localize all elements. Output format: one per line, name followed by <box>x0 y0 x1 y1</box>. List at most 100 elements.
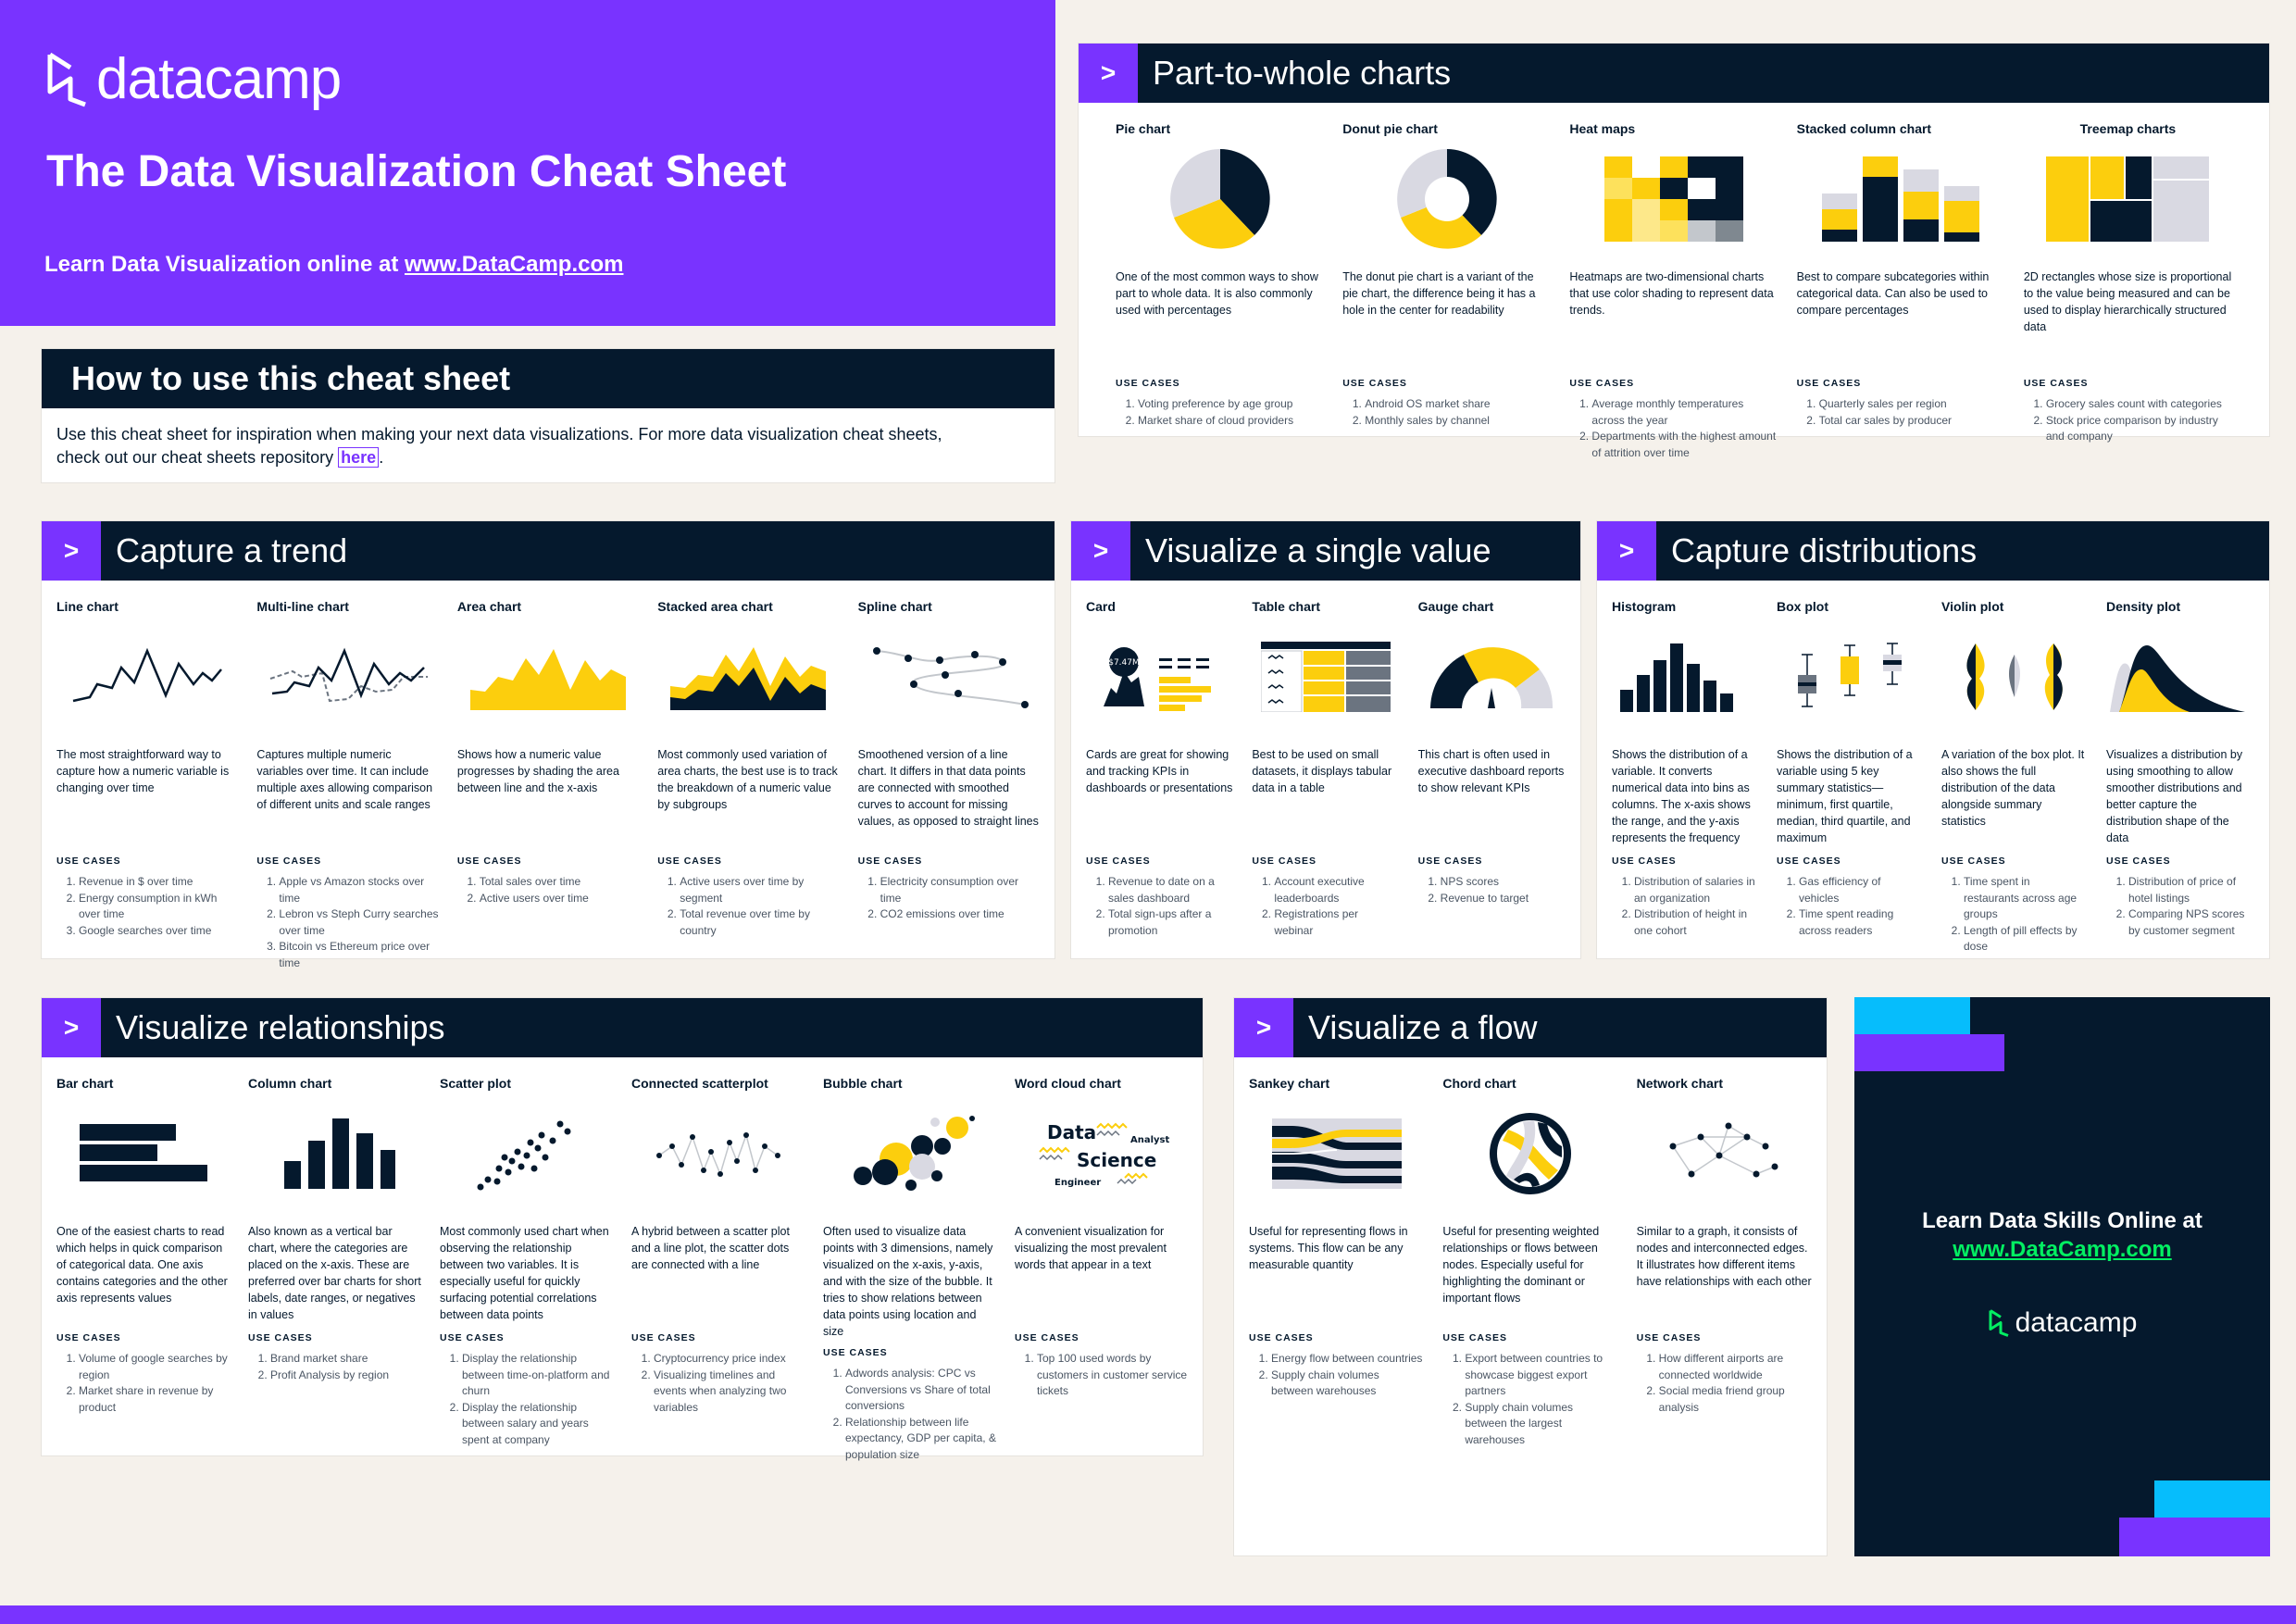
card-network-chart: Network chart Similar to a graph, it con… <box>1628 1057 1821 1555</box>
card-pie-chart: Pie chart One of the most common ways to… <box>1106 103 1333 436</box>
section-header: > Visualize a flow <box>1234 998 1827 1057</box>
use-case: Time spent reading across readers <box>1799 906 1923 939</box>
how-to-header: How to use this cheat sheet <box>42 349 1054 408</box>
use-case: NPS scores <box>1441 874 1566 891</box>
datacamp-logo-icon <box>1989 1309 2009 1337</box>
promo-datacamp-logo[interactable]: datacamp <box>1854 1307 2270 1339</box>
chart-description: Shows the distribution of a variable. It… <box>1612 748 1751 844</box>
use-case: Quarterly sales per region <box>1819 396 2005 413</box>
chart-title: Table chart <box>1252 599 1320 614</box>
chart-title: Box plot <box>1777 599 1828 614</box>
section-header: > Visualize relationships <box>42 998 1203 1057</box>
use-cases-label: USE CASES <box>56 1332 121 1343</box>
use-case: Departments with the highest amount of a… <box>1591 429 1778 461</box>
chart-description: Cards are great for showing and tracking… <box>1086 748 1233 794</box>
use-case: Time spent in restaurants across age gro… <box>1964 874 2088 923</box>
word-analyst: Analyst <box>1130 1135 1170 1145</box>
hero-banner: datacamp The Data Visualization Cheat Sh… <box>0 0 1055 326</box>
hero-subtitle-text: Learn Data Visualization online at <box>44 252 405 277</box>
datacamp-logo[interactable]: datacamp <box>44 46 342 112</box>
use-case: Adwords analysis: CPC vs Conversions vs … <box>845 1366 996 1415</box>
use-cases-list: Volume of google searches by regionMarke… <box>56 1351 230 1416</box>
chart-title: Word cloud chart <box>1015 1076 1121 1091</box>
card-density-plot: Density plot Visualizes a distribution b… <box>2097 581 2264 958</box>
area-chart-icon <box>457 623 639 730</box>
use-case: Revenue to date on a sales dashboard <box>1108 874 1233 906</box>
card-chord-chart: Chord chart Useful for presenting weight… <box>1433 1057 1627 1555</box>
card-line-chart: Line chart The most straightforward way … <box>47 581 247 958</box>
use-case: Lebron vs Steph Curry searches over time <box>279 906 438 939</box>
chart-description: One of the easiest charts to read which … <box>56 1225 228 1305</box>
use-cases-list: Distribution of price of hotel listingsC… <box>2106 874 2254 939</box>
card-card-chart: Card $7.47M Cards are great for showing … <box>1077 581 1242 958</box>
chart-description: A variation of the box plot. It also sho… <box>1941 748 2085 828</box>
use-cases-list: Adwords analysis: CPC vs Conversions vs … <box>823 1366 996 1463</box>
sankey-chart-icon <box>1249 1100 1424 1206</box>
use-cases-label: USE CASES <box>2106 856 2171 867</box>
use-case: Average monthly temperatures across the … <box>1591 396 1778 429</box>
chart-title: Chord chart <box>1442 1076 1516 1091</box>
use-cases-list: Cryptocurrency price indexVisualizing ti… <box>631 1351 805 1416</box>
card-value: $7.47M <box>1108 658 1140 668</box>
chart-description: Similar to a graph, it consists of nodes… <box>1636 1225 1812 1288</box>
chart-title: Spline chart <box>857 599 932 614</box>
use-case: Android OS market share <box>1365 396 1551 413</box>
chart-title: Stacked column chart <box>1796 121 1932 136</box>
use-case: Volume of google searches by region <box>79 1351 230 1383</box>
chart-title: Sankey chart <box>1249 1076 1330 1091</box>
spline-chart-icon <box>858 623 1040 730</box>
use-case: Gas efficiency of vehicles <box>1799 874 1923 906</box>
word-data: Data <box>1047 1121 1096 1143</box>
use-cases-label: USE CASES <box>456 856 522 867</box>
density-plot-icon <box>2106 623 2254 730</box>
card-column-chart: Column chart Also known as a vertical ba… <box>239 1057 430 1455</box>
use-cases-list: How different airports are connected wor… <box>1637 1351 1812 1416</box>
here-link[interactable]: here <box>338 447 380 468</box>
use-cases-label: USE CASES <box>440 1332 505 1343</box>
word-engineer: Engineer <box>1054 1178 1101 1188</box>
use-case: Distribution of height in one cohort <box>1634 906 1758 939</box>
section-title: Part-to-whole charts <box>1153 54 1452 92</box>
table-chart-icon <box>1252 623 1399 730</box>
network-chart-icon <box>1637 1100 1812 1206</box>
promo-link[interactable]: www.DataCamp.com <box>1953 1237 2172 1262</box>
chart-columns: Sankey chart Useful for representing flo… <box>1234 1057 1827 1555</box>
use-cases-label: USE CASES <box>1941 856 2006 867</box>
use-case: Electricity consumption over time <box>880 874 1040 906</box>
chart-description: Captures multiple numeric variables over… <box>256 748 433 811</box>
datacamp-link[interactable]: www.DataCamp.com <box>405 252 624 277</box>
use-case: Revenue in $ over time <box>79 874 238 891</box>
decor-cyan-block-bottom <box>2154 1480 2270 1518</box>
use-case: Relationship between life expectancy, GD… <box>845 1415 996 1464</box>
chart-description: A hybrid between a scatter plot and a li… <box>631 1225 790 1271</box>
chart-title: Area chart <box>456 599 522 614</box>
use-cases-label: USE CASES <box>1249 1332 1314 1343</box>
use-cases-list: Top 100 used words by customers in custo… <box>1015 1351 1188 1400</box>
use-cases-list: Brand market shareProfit Analysis by reg… <box>248 1351 421 1383</box>
promo-text: Learn Data Skills Online at www.DataCamp… <box>1854 1206 2270 1264</box>
use-case: Grocery sales count with categories <box>2046 396 2232 413</box>
how-to-line-2: check out our cheat sheets repository he… <box>56 446 1017 469</box>
chart-title: Histogram <box>1612 599 1677 614</box>
use-case: Active users over time by segment <box>680 874 839 906</box>
card-spline-chart: Spline chart Smoothened version of a lin… <box>849 581 1049 958</box>
use-cases-list: Android OS market shareMonthly sales by … <box>1342 396 1551 429</box>
card-table-chart: Table chart Best to be used on small dat… <box>1242 581 1408 958</box>
bar-chart-icon <box>56 1100 230 1206</box>
use-cases-list: Revenue in $ over timeEnergy consumption… <box>56 874 238 939</box>
use-case: How different airports are connected wor… <box>1659 1351 1812 1383</box>
card-gauge-chart: Gauge chart This chart is often used in … <box>1409 581 1575 958</box>
use-case: Market share of cloud providers <box>1138 413 1324 430</box>
use-case: Monthly sales by channel <box>1365 413 1551 430</box>
use-case: Stock price comparison by industry and c… <box>2046 413 2232 445</box>
chart-title: Density plot <box>2106 599 2181 614</box>
use-case: Energy flow between countries <box>1271 1351 1424 1368</box>
use-cases-label: USE CASES <box>56 856 121 867</box>
bubble-chart-icon <box>823 1100 996 1206</box>
chart-title: Scatter plot <box>440 1076 512 1091</box>
use-cases-label: USE CASES <box>1086 856 1151 867</box>
use-cases-list: Account executive leaderboardsRegistrati… <box>1252 874 1399 939</box>
chart-title: Connected scatterplot <box>631 1076 768 1091</box>
card-stacked-area-chart: Stacked area chart Most commonly used va… <box>648 581 848 958</box>
card-heat-maps: Heat maps Heatmaps are two-dimensional c… <box>1560 103 1787 459</box>
